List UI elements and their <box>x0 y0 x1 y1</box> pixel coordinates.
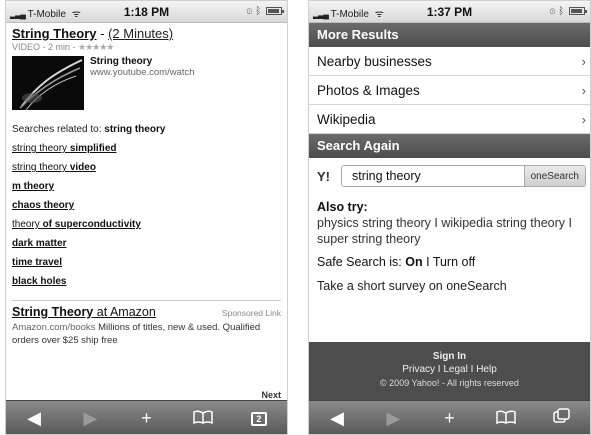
string-light-graphic <box>12 56 84 110</box>
pages-icon[interactable]: 2 <box>244 401 274 435</box>
sign-in-link[interactable]: Sign In <box>309 351 590 362</box>
yahoo-results-page: More Results Nearby businesses › Photos &… <box>309 23 590 400</box>
forward-arrow-icon[interactable]: ▶ <box>75 401 105 435</box>
title-dash: - <box>96 26 109 41</box>
chevron-right-icon: › <box>581 54 586 69</box>
add-bookmark-plus-icon[interactable]: + <box>131 401 161 435</box>
related-search-link[interactable]: dark matter <box>12 238 281 249</box>
yahoo-logo-icon: Y! <box>317 168 330 184</box>
related-searches-list: string theory simplified string theory v… <box>12 143 281 287</box>
safari-toolbar: ◀ ▶ + <box>309 400 590 434</box>
forward-arrow-icon[interactable]: ▶ <box>378 401 408 435</box>
copyright-text: © 2009 Yahoo! - All rights reserved <box>380 378 519 388</box>
lock-rotation-icon: ⊙ <box>549 6 556 17</box>
separator: I <box>430 216 442 230</box>
ad-title-link[interactable]: String Theory at Amazon <box>12 305 156 319</box>
status-time: 1:37 PM <box>426 5 473 19</box>
also-try-link[interactable]: wikipedia string theory <box>441 216 565 230</box>
menu-item-nearby-businesses[interactable]: Nearby businesses › <box>309 47 590 76</box>
more-results-header: More Results <box>309 23 590 47</box>
sponsored-ad: String Theory at Amazon Sponsored Link A… <box>12 300 281 347</box>
video-url: www.youtube.com/watch <box>90 67 195 78</box>
related-search-link[interactable]: string theory video <box>12 162 281 173</box>
video-title[interactable]: String theory <box>90 56 195 67</box>
bluetooth-icon: ᛒ <box>255 6 262 17</box>
chevron-right-icon: › <box>581 83 586 98</box>
lock-rotation-icon: ⊙ <box>246 6 253 17</box>
related-search-link[interactable]: theory of superconductivity <box>12 219 281 230</box>
survey-link[interactable]: Take a short survey on oneSearch <box>309 269 590 293</box>
search-again-row: Y! oneSearch <box>309 158 590 193</box>
search-input[interactable] <box>342 166 524 186</box>
video-result-title[interactable]: String Theory - (2 Minutes) <box>12 26 281 41</box>
bluetooth-icon: ᛒ <box>558 6 565 17</box>
bookmarks-book-icon[interactable] <box>491 401 521 435</box>
ad-description: Amazon.com/books Millions of titles, new… <box>12 322 261 346</box>
privacy-link[interactable]: Privacy <box>402 364 435 375</box>
safe-search-status: On <box>405 255 423 269</box>
left-phone-screen: ▂▃▄ T-Mobile ᯤ 1:18 PM ⊙ ᛒ String Theory… <box>5 0 288 435</box>
pages-icon[interactable] <box>547 401 577 435</box>
right-phone-screen: ▂▃▄ T-Mobile ᯤ 1:37 PM ⊙ ᛒ More Results … <box>308 0 591 435</box>
related-search-link[interactable]: chaos theory <box>12 200 281 211</box>
related-query: string theory <box>104 124 166 135</box>
next-link[interactable]: Next <box>261 390 281 400</box>
safari-toolbar: ◀ ▶ + 2 <box>6 400 287 434</box>
page-footer: Sign In Privacy I Legal I Help © 2009 Ya… <box>309 342 590 400</box>
related-search-link[interactable]: m theory <box>12 181 281 192</box>
video-row: String theory www.youtube.com/watch <box>12 56 281 110</box>
search-results: String Theory - (2 Minutes) VIDEO - 2 mi… <box>6 23 287 400</box>
separator: I <box>565 216 572 230</box>
battery-icon <box>266 7 284 16</box>
chevron-right-icon: › <box>581 112 586 127</box>
back-arrow-icon[interactable]: ◀ <box>19 401 49 435</box>
result-title-link[interactable]: String Theory <box>12 26 97 41</box>
related-search-link[interactable]: string theory simplified <box>12 143 281 154</box>
safe-search-row: Safe Search is: On I Turn off <box>317 255 476 269</box>
also-try-section: Also try: physics string theory I wikipe… <box>309 193 590 247</box>
onesearch-button[interactable]: oneSearch <box>523 166 585 186</box>
related-search-link[interactable]: time travel <box>12 257 281 268</box>
status-bar: ▂▃▄ T-Mobile ᯤ 1:18 PM ⊙ ᛒ <box>6 1 287 23</box>
legal-link[interactable]: Legal <box>443 364 467 375</box>
also-try-link[interactable]: physics string theory <box>317 216 431 230</box>
bookmarks-book-icon[interactable] <box>188 401 218 435</box>
add-bookmark-plus-icon[interactable]: + <box>434 401 464 435</box>
result-subline: VIDEO - 2 min - ★★★★★ <box>12 42 281 53</box>
safe-search-turn-off-link[interactable]: Turn off <box>433 255 475 269</box>
menu-item-photos-images[interactable]: Photos & Images › <box>309 76 590 105</box>
rating-stars-icon: ★★★★★ <box>78 42 114 52</box>
related-searches-heading: Searches related to: string theory <box>12 124 166 135</box>
ad-url: Amazon.com/books <box>12 322 96 333</box>
also-try-link[interactable]: super string theory <box>317 232 421 246</box>
menu-item-wikipedia[interactable]: Wikipedia › <box>309 105 590 134</box>
status-time: 1:18 PM <box>123 5 170 19</box>
video-thumbnail[interactable] <box>12 56 84 110</box>
search-again-header: Search Again <box>309 134 590 158</box>
help-link[interactable]: Help <box>476 364 497 375</box>
also-try-title: Also try: <box>317 200 368 214</box>
battery-icon <box>569 7 587 16</box>
sponsored-label: Sponsored Link <box>221 308 281 318</box>
back-arrow-icon[interactable]: ◀ <box>322 401 352 435</box>
related-search-link[interactable]: black holes <box>12 276 281 287</box>
status-bar: ▂▃▄ T-Mobile ᯤ 1:37 PM ⊙ ᛒ <box>309 1 590 23</box>
result-duration[interactable]: (2 Minutes) <box>108 26 173 41</box>
result-meta: VIDEO - 2 min - <box>12 42 79 52</box>
